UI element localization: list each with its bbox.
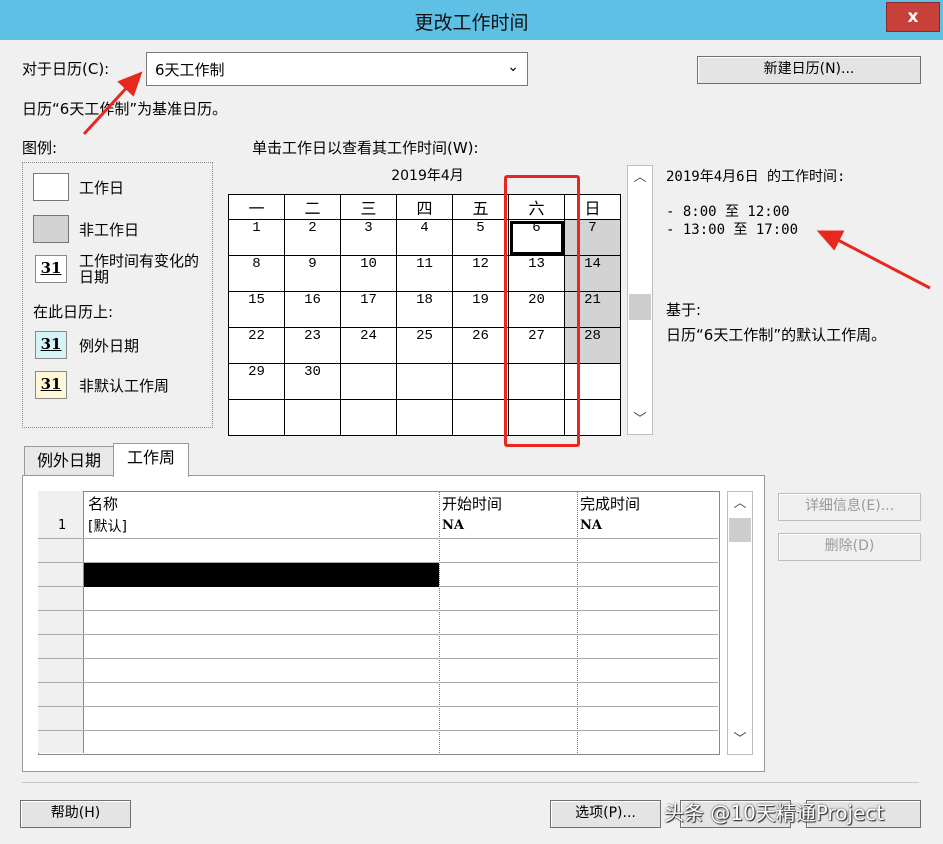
column-header-finish[interactable]: 完成时间 [580, 493, 640, 514]
options-button[interactable]: 选项(P)... [550, 800, 661, 828]
row-number: 1 [58, 518, 67, 533]
help-button[interactable]: 帮助(H) [20, 800, 131, 828]
row-finish-cell[interactable]: NA [580, 518, 602, 533]
details-button[interactable]: 详细信息(E)... [778, 493, 921, 521]
watermark: 头条 @10天精通Project [664, 801, 885, 825]
grid-row-lines [38, 515, 718, 753]
column-header-start[interactable]: 开始时间 [442, 493, 502, 514]
divider [22, 782, 919, 783]
grid-scrollbar[interactable]: ︿ ﹀ [727, 491, 753, 755]
scroll-thumb[interactable] [729, 518, 751, 542]
scroll-up-icon[interactable]: ︿ [730, 494, 750, 514]
tab-exception-dates[interactable]: 例外日期 [24, 446, 114, 475]
row-name-cell[interactable]: [默认] [88, 516, 127, 536]
row-start-cell[interactable]: NA [442, 518, 464, 533]
arrow-to-calendar-select [82, 82, 132, 136]
scroll-down-icon[interactable]: ﹀ [730, 730, 750, 750]
column-header-name[interactable]: 名称 [88, 493, 118, 514]
arrow-head-icon [816, 230, 845, 251]
tab-work-weeks[interactable]: 工作周 [113, 443, 189, 477]
arrow-to-working-times [833, 236, 931, 290]
selected-name-cell[interactable] [84, 563, 439, 587]
delete-button[interactable]: 删除(D) [778, 533, 921, 561]
